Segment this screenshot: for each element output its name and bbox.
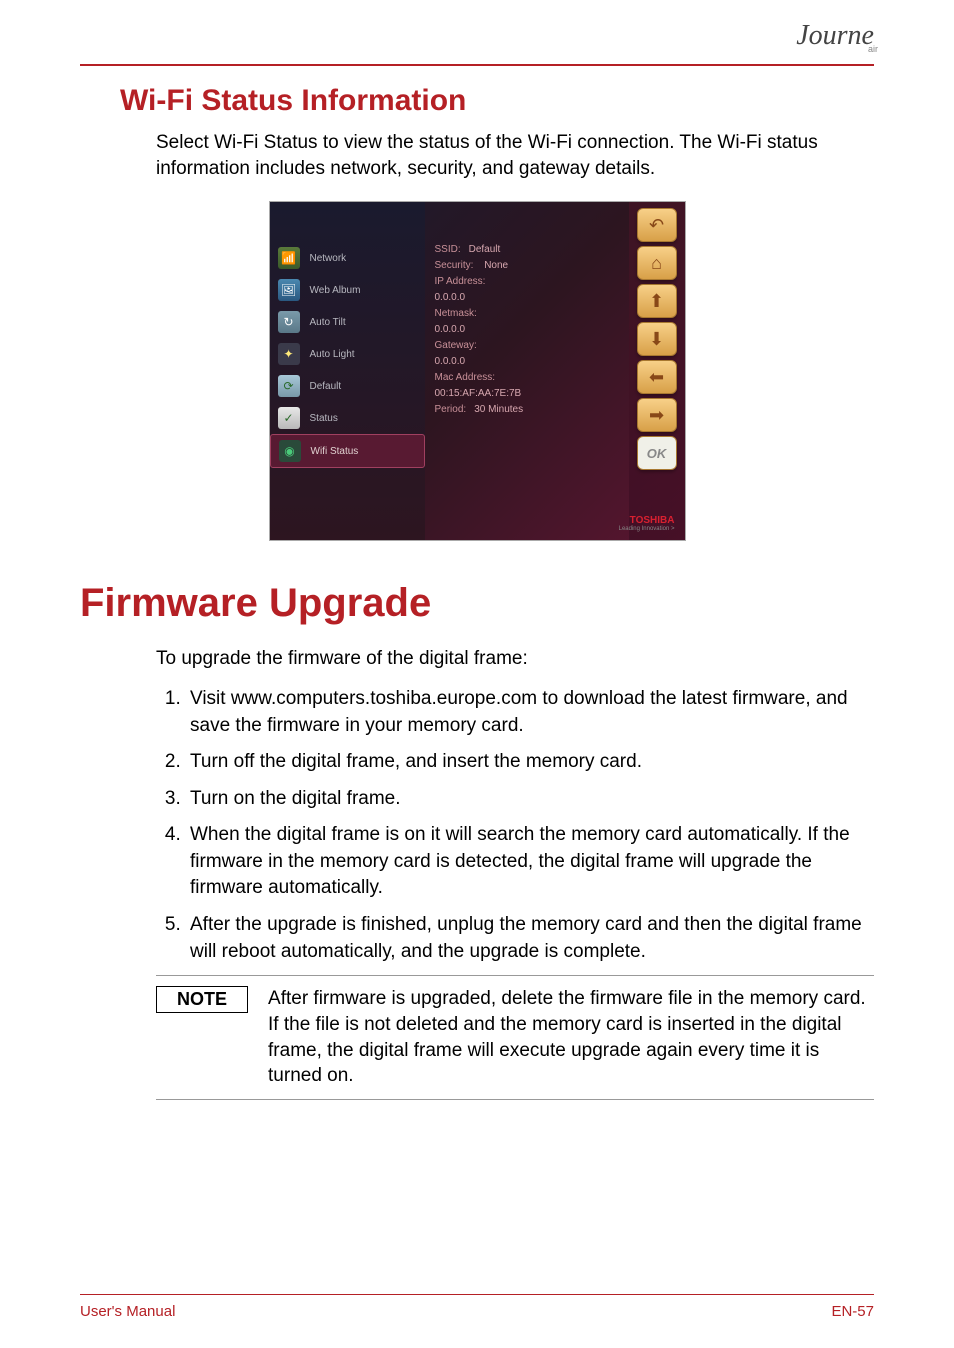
menu-item-label: Auto Tilt bbox=[310, 317, 346, 328]
security-label: Security: bbox=[435, 260, 474, 271]
back-button: ↶ bbox=[637, 208, 677, 242]
ip-label: IP Address: bbox=[435, 276, 486, 287]
tilt-icon: ↻ bbox=[278, 311, 300, 333]
header-divider bbox=[80, 64, 874, 66]
period-value: 30 Minutes bbox=[474, 404, 523, 415]
home-button: ⌂ bbox=[637, 246, 677, 280]
brand-logo: Journe air bbox=[796, 20, 874, 52]
footer-left: User's Manual bbox=[80, 1303, 175, 1320]
section-heading: Wi-Fi Status Information bbox=[120, 84, 874, 118]
note-label: NOTE bbox=[156, 986, 248, 1013]
screenshot-button-panel: ↶ ⌂ ⬆ ⬇ ⬅ ➡ OK bbox=[629, 202, 685, 540]
status-icon: ✓ bbox=[278, 407, 300, 429]
up-button: ⬆ bbox=[637, 284, 677, 318]
gateway-value: 0.0.0.0 bbox=[435, 356, 466, 367]
screen-brand-name: TOSHIBA bbox=[619, 516, 675, 526]
screenshot-menu-panel: 📶 Network 🖼 Web Album ↻ Auto Tilt ✦ Auto Light ⟳… bbox=[270, 202, 425, 540]
ssid-value: Default bbox=[469, 244, 501, 255]
wstat-icon: ◉ bbox=[279, 440, 301, 462]
note-text: After firmware is upgraded, delete the f… bbox=[268, 986, 874, 1089]
menu-item-label: Web Album bbox=[310, 285, 361, 296]
wifi-icon: 📶 bbox=[278, 247, 300, 269]
menu-item-network: 📶 Network bbox=[270, 242, 425, 274]
ssid-label: SSID: bbox=[435, 244, 461, 255]
device-screenshot: 📶 Network 🖼 Web Album ↻ Auto Tilt ✦ Auto Light ⟳… bbox=[269, 201, 686, 541]
section-intro: Select Wi-Fi Status to view the status o… bbox=[156, 130, 874, 181]
chapter-heading: Firmware Upgrade bbox=[80, 581, 874, 626]
menu-item-wifi-status: ◉ Wifi Status bbox=[270, 434, 425, 468]
logo-sub: air bbox=[868, 44, 878, 54]
footer-right: EN-57 bbox=[831, 1303, 874, 1320]
step-5: After the upgrade is finished, unplug th… bbox=[186, 912, 874, 965]
page-footer: User's Manual EN-57 bbox=[80, 1294, 874, 1320]
menu-item-label: Status bbox=[310, 413, 338, 424]
album-icon: 🖼 bbox=[278, 279, 300, 301]
screenshot-info-panel: SSID:Default Security: None IP Address: … bbox=[425, 202, 629, 540]
menu-item-label: Wifi Status bbox=[311, 446, 359, 457]
screen-brand-tag: Leading Innovation > bbox=[619, 526, 675, 532]
def-icon: ⟳ bbox=[278, 375, 300, 397]
menu-item-label: Default bbox=[310, 381, 342, 392]
right-button: ➡ bbox=[637, 398, 677, 432]
left-button: ⬅ bbox=[637, 360, 677, 394]
menu-item-web-album: 🖼 Web Album bbox=[270, 274, 425, 306]
ok-button: OK bbox=[637, 436, 677, 470]
chapter-intro: To upgrade the firmware of the digital f… bbox=[156, 646, 874, 672]
ip-value: 0.0.0.0 bbox=[435, 292, 466, 303]
menu-item-label: Network bbox=[310, 253, 347, 264]
logo-script: Journe bbox=[796, 20, 874, 51]
step-3: Turn on the digital frame. bbox=[186, 786, 874, 813]
step-2: Turn off the digital frame, and insert t… bbox=[186, 749, 874, 776]
upgrade-steps: Visit www.computers.toshiba.europe.com t… bbox=[156, 686, 874, 965]
menu-item-auto-light: ✦ Auto Light bbox=[270, 338, 425, 370]
menu-item-label: Auto Light bbox=[310, 349, 355, 360]
netmask-value: 0.0.0.0 bbox=[435, 324, 466, 335]
netmask-label: Netmask: bbox=[435, 308, 477, 319]
mac-label: Mac Address: bbox=[435, 372, 496, 383]
menu-item-status: ✓ Status bbox=[270, 402, 425, 434]
menu-item-auto-tilt: ↻ Auto Tilt bbox=[270, 306, 425, 338]
screenshot-brand: TOSHIBA Leading Innovation > bbox=[619, 516, 675, 532]
step-4: When the digital frame is on it will sea… bbox=[186, 822, 874, 902]
step-1: Visit www.computers.toshiba.europe.com t… bbox=[186, 686, 874, 739]
security-value: None bbox=[484, 260, 508, 271]
menu-item-default: ⟳ Default bbox=[270, 370, 425, 402]
note-block: NOTE After firmware is upgraded, delete … bbox=[156, 975, 874, 1100]
mac-value: 00:15:AF:AA:7E:7B bbox=[435, 388, 522, 399]
down-button: ⬇ bbox=[637, 322, 677, 356]
period-label: Period: bbox=[435, 404, 467, 415]
light-icon: ✦ bbox=[278, 343, 300, 365]
gateway-label: Gateway: bbox=[435, 340, 477, 351]
